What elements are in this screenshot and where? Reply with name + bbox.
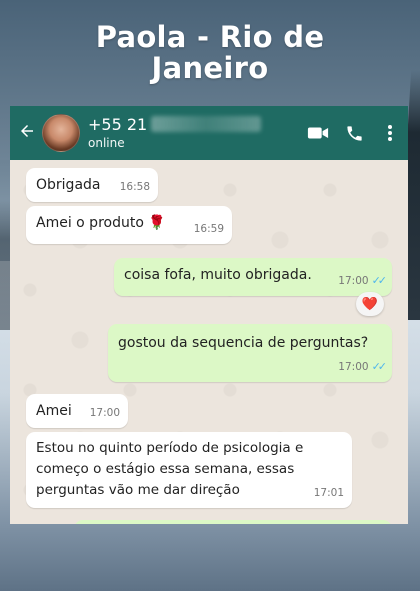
message-bubble-incoming[interactable]: Amei o produto 🌹 16:59 [26, 206, 232, 244]
heart-reaction-icon[interactable]: ❤️ [356, 292, 384, 316]
message-time: 16:59 [193, 223, 224, 235]
message-text: Obrigada [36, 177, 101, 193]
message-bubble-incoming[interactable]: Obrigada 16:58 [26, 168, 158, 202]
video-call-icon[interactable] [300, 106, 336, 160]
message-time: 17:00 [338, 275, 369, 287]
message-time: 17:00 [89, 407, 120, 419]
read-ticks-icon: ✓✓ [371, 274, 388, 287]
message-text: Amei [36, 403, 72, 419]
message-time: 17:01 [313, 487, 344, 499]
message-bubble-outgoing-partial[interactable] [74, 520, 392, 524]
chat-screenshot: +55 21 online Obrigada 16:58 Amei o prod… [10, 106, 408, 524]
avatar[interactable] [42, 114, 80, 152]
back-arrow-icon[interactable] [14, 121, 40, 145]
reaction-emoji: ❤️ [361, 296, 379, 312]
redacted-number [151, 116, 262, 132]
more-vert-icon[interactable] [372, 106, 408, 160]
message-bubble-outgoing[interactable]: gostou da sequencia de perguntas? 17:00 ✓… [108, 324, 392, 382]
message-meta: 17:00 ✓✓ [338, 356, 388, 378]
contact-phone: +55 21 [88, 114, 148, 134]
message-time: 16:58 [119, 181, 150, 193]
message-bubble-incoming[interactable]: Amei 17:00 [26, 394, 128, 428]
phone-call-icon[interactable] [336, 106, 372, 160]
message-text: Amei o produto 🌹 [36, 215, 166, 231]
message-meta: 17:00 ✓✓ [338, 270, 388, 292]
read-ticks-icon: ✓✓ [371, 360, 388, 373]
message-text-line-3: perguntas vão me dar direção [36, 482, 240, 498]
chat-header: +55 21 online [10, 106, 408, 160]
headline-line-1: Paola - Rio de [95, 20, 325, 54]
message-bubble-incoming[interactable]: Estou no quinto período de psicologia e … [26, 432, 352, 508]
contact-status: online [88, 135, 125, 150]
message-text-line-1: Estou no quinto período de psicologia e [36, 440, 304, 456]
message-list[interactable]: Obrigada 16:58 Amei o produto 🌹 16:59 co… [10, 160, 408, 524]
message-text: gostou da sequencia de perguntas? [118, 335, 369, 351]
message-bubble-outgoing[interactable]: coisa fofa, muito obrigada. 17:00 ✓✓ [114, 258, 392, 296]
contact-info[interactable]: +55 21 online [88, 115, 300, 152]
headline-line-2: Janeiro [151, 51, 269, 85]
message-time: 17:00 [338, 361, 369, 373]
page-headline: Paola - Rio de Janeiro [0, 22, 420, 84]
message-text: coisa fofa, muito obrigada. [124, 267, 312, 283]
message-text-line-2: começo o estágio essa semana, essas [36, 461, 295, 477]
